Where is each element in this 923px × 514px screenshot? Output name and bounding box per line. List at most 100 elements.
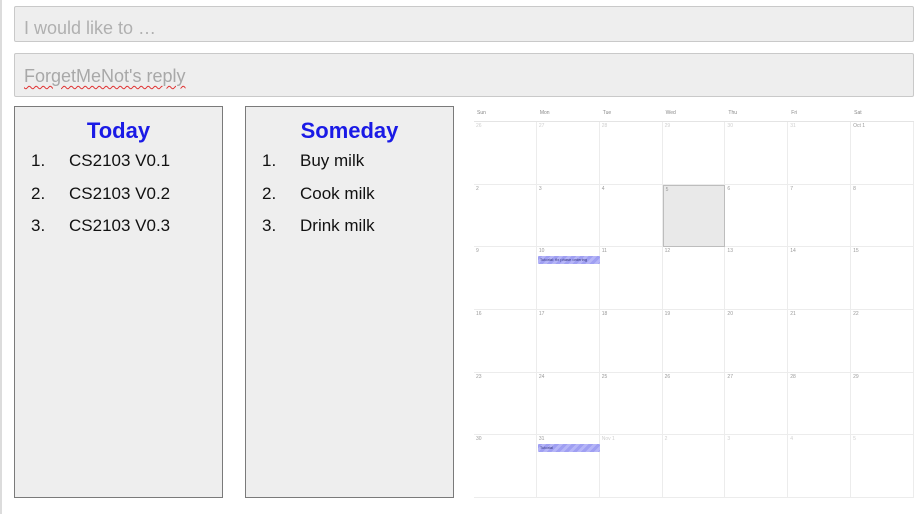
calendar-event[interactable]: Tutorial bbox=[537, 444, 600, 453]
calendar-day-number: 5 bbox=[853, 436, 856, 443]
someday-list: 1. Buy milk 2. Cook milk 3. Drink milk bbox=[246, 151, 453, 249]
list-item-number: 2. bbox=[31, 183, 46, 203]
calendar-day-cell[interactable]: 17 bbox=[536, 310, 600, 373]
calendar-day-cell[interactable]: 4 bbox=[788, 435, 852, 498]
calendar-day-number: 26 bbox=[664, 373, 671, 380]
calendar-day-cell[interactable]: 7 bbox=[788, 184, 852, 248]
calendar-day-number: 14 bbox=[790, 248, 796, 255]
calendar-month-view: Sun Mon Tue Wed Thu Fri Sat 26 27 28 29 30 31 Oct 12… bbox=[474, 106, 914, 498]
list-item[interactable]: 3. Drink milk bbox=[246, 216, 453, 249]
calendar-day-cell[interactable]: 28 bbox=[599, 122, 663, 185]
calendar-day-cell[interactable]: 25 bbox=[599, 372, 663, 436]
calendar-day-cell[interactable]: 11 bbox=[599, 247, 663, 310]
calendar-day-number: 7 bbox=[790, 185, 794, 192]
calendar-day-number: 3 bbox=[727, 436, 731, 443]
list-item-number: 2. bbox=[262, 183, 277, 203]
calendar-day-cell[interactable]: 27 bbox=[536, 122, 600, 185]
calendar-day-cell[interactable]: 23 bbox=[474, 372, 537, 436]
calendar-day-number: 13 bbox=[727, 248, 733, 255]
calendar-grid: 26 27 28 29 30 31 Oct 1 2 3 4 5 6 7 8 9 10 11 12 13 14 15 16 1… bbox=[474, 122, 914, 498]
calendar-day-cell[interactable]: 21 bbox=[788, 310, 852, 373]
calendar-day-cell[interactable]: 19 bbox=[662, 310, 726, 373]
calendar-day-cell[interactable]: 26 bbox=[662, 372, 726, 436]
calendar-day-cell[interactable]: 20 bbox=[725, 310, 789, 373]
calendar-day-number: 23 bbox=[476, 373, 482, 380]
calendar-day-number: 20 bbox=[727, 311, 733, 317]
calendar-day-number: 30 bbox=[476, 436, 482, 443]
calendar-day-cell[interactable]: 24 bbox=[536, 372, 600, 436]
calendar-day-cell[interactable]: 31 bbox=[788, 122, 852, 185]
list-item[interactable]: 3. CS2103 V0.3 bbox=[15, 216, 222, 249]
calendar-day-cell[interactable]: Nov 1 bbox=[599, 435, 663, 498]
calendar-day-cell[interactable]: 22 bbox=[851, 310, 914, 373]
calendar-day-number: 17 bbox=[538, 311, 545, 317]
calendar-day-number: 24 bbox=[538, 373, 545, 380]
calendar-weekday-label: Thu bbox=[728, 110, 738, 116]
calendar-day-number: 4 bbox=[601, 185, 605, 192]
list-item[interactable]: 2. Cook milk bbox=[246, 184, 453, 217]
list-item-text: Buy milk bbox=[300, 151, 365, 170]
calendar-day-cell[interactable]: 13 bbox=[725, 247, 789, 310]
calendar-day-cell[interactable]: 27 bbox=[725, 372, 789, 436]
calendar-day-cell[interactable]: 5 bbox=[662, 184, 726, 248]
calendar-day-cell[interactable]: 5 bbox=[851, 435, 914, 498]
someday-title: Someday bbox=[300, 118, 399, 143]
calendar-day-number: 28 bbox=[601, 123, 608, 129]
list-item[interactable]: 1. Buy milk bbox=[246, 151, 453, 184]
calendar-day-number: 2 bbox=[476, 185, 479, 192]
calendar-day-number: 29 bbox=[664, 123, 671, 129]
command-input[interactable] bbox=[14, 6, 914, 42]
calendar-day-cell[interactable]: 4 bbox=[599, 184, 663, 248]
list-item-text: Drink milk bbox=[300, 216, 375, 235]
calendar-day-cell[interactable]: 29 bbox=[851, 372, 914, 436]
calendar-day-cell[interactable]: 6 bbox=[725, 184, 789, 248]
calendar-day-number: 25 bbox=[601, 373, 608, 380]
calendar-day-cell[interactable]: 16 bbox=[474, 310, 537, 373]
calendar-day-cell[interactable]: 15 bbox=[851, 247, 914, 310]
calendar-day-number: Oct 1 bbox=[853, 123, 866, 129]
calendar-day-number: 31 bbox=[790, 123, 796, 129]
calendar-day-cell[interactable]: Oct 1 bbox=[851, 122, 914, 185]
calendar-day-cell[interactable]: 18 bbox=[599, 310, 663, 373]
calendar-day-number: 21 bbox=[790, 311, 796, 317]
list-item-number: 3. bbox=[262, 216, 277, 235]
calendar-weekday-label: Wed bbox=[665, 110, 676, 116]
calendar-day-cell[interactable]: 29 bbox=[662, 122, 726, 185]
calendar-day-number: 5 bbox=[665, 186, 669, 193]
list-item-text: CS2103 V0.3 bbox=[69, 216, 171, 235]
calendar-day-number: 27 bbox=[727, 373, 733, 380]
calendar-day-cell[interactable]: 2 bbox=[662, 435, 726, 498]
list-item[interactable]: 1. CS2103 V0.1 bbox=[15, 151, 222, 184]
list-item-text: CS2103 V0.1 bbox=[69, 151, 171, 170]
calendar-day-number: 9 bbox=[476, 248, 479, 255]
list-item-number: 1. bbox=[31, 151, 46, 170]
list-item[interactable]: 2. CS2103 V0.2 bbox=[15, 184, 222, 217]
calendar-day-cell[interactable]: 3 bbox=[725, 435, 789, 498]
window-left-edge bbox=[0, 0, 2, 514]
calendar-day-cell[interactable]: 30 bbox=[474, 435, 537, 498]
calendar-weekday-label: Mon bbox=[539, 110, 550, 116]
calendar-day-number: Nov 1 bbox=[601, 436, 615, 443]
calendar-day-number: 11 bbox=[601, 248, 607, 255]
calendar-day-number: 2 bbox=[664, 436, 668, 443]
calendar-day-number: 16 bbox=[476, 311, 482, 317]
calendar-event[interactable]: Tutorial: fix phase ordering bbox=[537, 256, 600, 265]
list-item-number: 1. bbox=[262, 151, 277, 170]
calendar-weekday-label: Fri bbox=[791, 110, 798, 116]
list-item-text: Cook milk bbox=[300, 183, 375, 203]
calendar-day-cell[interactable]: 26 bbox=[474, 122, 537, 185]
calendar-day-cell[interactable]: 2 bbox=[474, 184, 537, 248]
calendar-day-cell[interactable]: 9 bbox=[474, 247, 537, 310]
today-panel: Today 1. CS2103 V0.1 2. CS2103 V0.2 3. C… bbox=[14, 106, 223, 498]
calendar-day-cell[interactable]: 30 bbox=[725, 122, 789, 185]
calendar-day-cell[interactable]: 14 bbox=[788, 247, 852, 310]
calendar-day-number: 19 bbox=[664, 311, 671, 317]
calendar-day-cell[interactable]: 28 bbox=[788, 372, 852, 436]
calendar-day-cell[interactable]: 12 bbox=[662, 247, 726, 310]
calendar-day-cell[interactable]: 3 bbox=[536, 184, 600, 248]
today-list: 1. CS2103 V0.1 2. CS2103 V0.2 3. CS2103 … bbox=[15, 151, 222, 249]
calendar-day-number: 3 bbox=[538, 185, 542, 192]
calendar-day-cell[interactable]: 8 bbox=[851, 184, 914, 248]
calendar-day-number: 10 bbox=[538, 248, 545, 255]
someday-panel: Someday 1. Buy milk 2. Cook milk 3. Drin… bbox=[245, 106, 454, 498]
